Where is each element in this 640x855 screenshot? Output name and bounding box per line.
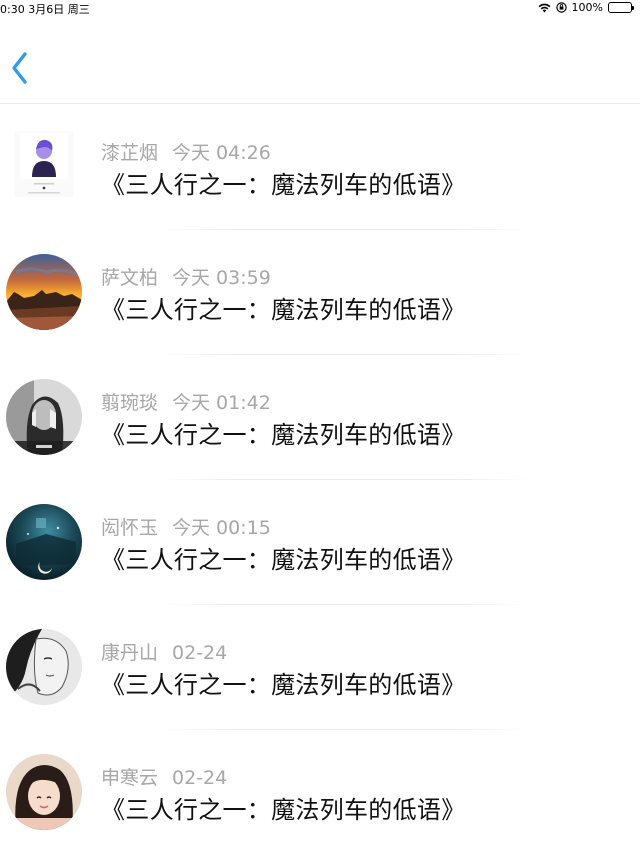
battery-percent: 100%	[571, 1, 603, 14]
back-button[interactable]	[6, 46, 36, 90]
sender-name: 翦琬琰	[101, 392, 159, 414]
list-item[interactable]: 申寒云 02-24 《三人行之一：魔法列车的低语》	[0, 730, 640, 855]
chevron-left-icon	[12, 52, 27, 84]
sender-name: 申寒云	[101, 767, 159, 789]
list-item[interactable]: 翦琬琰 今天 01:42 《三人行之一：魔法列车的低语》	[0, 355, 640, 480]
wifi-icon	[538, 3, 550, 12]
status-time-date: 0:30 3月6日 周三	[0, 3, 90, 16]
orientation-lock-icon	[555, 2, 567, 13]
list-item[interactable]: 闳怀玉 今天 00:15 《三人行之一：魔法列车的低语》	[0, 480, 640, 605]
item-meta: 萨文柏 今天 03:59	[101, 263, 271, 290]
item-title: 《三人行之一：魔法列车的低语》	[101, 421, 466, 449]
item-meta: 闳怀玉 今天 00:15	[101, 513, 271, 540]
item-meta: 申寒云 02-24	[101, 763, 227, 790]
timestamp: 今天 01:42	[172, 392, 271, 414]
list-item[interactable]: 漆芷烟 今天 04:26 《三人行之一：魔法列车的低语》	[0, 105, 640, 230]
avatar[interactable]	[6, 379, 82, 455]
item-title: 《三人行之一：魔法列车的低语》	[101, 171, 466, 199]
item-title: 《三人行之一：魔法列车的低语》	[101, 671, 466, 699]
item-meta: 康丹山 02-24	[101, 638, 227, 665]
item-meta: 翦琬琰 今天 01:42	[101, 388, 271, 415]
sender-name: 闳怀玉	[101, 517, 159, 539]
list-item[interactable]: 康丹山 02-24 《三人行之一：魔法列车的低语》	[0, 605, 640, 730]
item-title: 《三人行之一：魔法列车的低语》	[101, 296, 466, 324]
item-title: 《三人行之一：魔法列车的低语》	[101, 546, 466, 574]
timestamp: 今天 00:15	[172, 517, 271, 539]
avatar[interactable]	[6, 629, 82, 705]
message-list: 漆芷烟 今天 04:26 《三人行之一：魔法列车的低语》 萨文柏 今天 03:5…	[0, 105, 640, 855]
item-meta: 漆芷烟 今天 04:26	[101, 138, 271, 165]
avatar[interactable]	[6, 504, 82, 580]
timestamp: 02-24	[172, 767, 228, 789]
avatar[interactable]	[14, 131, 74, 197]
navigation-bar	[0, 16, 640, 104]
timestamp: 今天 04:26	[172, 142, 271, 164]
avatar[interactable]	[6, 254, 82, 330]
sender-name: 康丹山	[101, 642, 159, 664]
sender-name: 漆芷烟	[101, 142, 159, 164]
avatar[interactable]	[6, 754, 82, 830]
list-item[interactable]: 萨文柏 今天 03:59 《三人行之一：魔法列车的低语》	[0, 230, 640, 355]
timestamp: 02-24	[172, 642, 228, 664]
sender-name: 萨文柏	[101, 267, 159, 289]
status-bar: 0:30 3月6日 周三 100%	[0, 0, 640, 16]
status-indicators: 100%	[538, 1, 634, 14]
item-title: 《三人行之一：魔法列车的低语》	[101, 796, 466, 824]
battery-icon	[608, 2, 634, 13]
timestamp: 今天 03:59	[172, 267, 271, 289]
